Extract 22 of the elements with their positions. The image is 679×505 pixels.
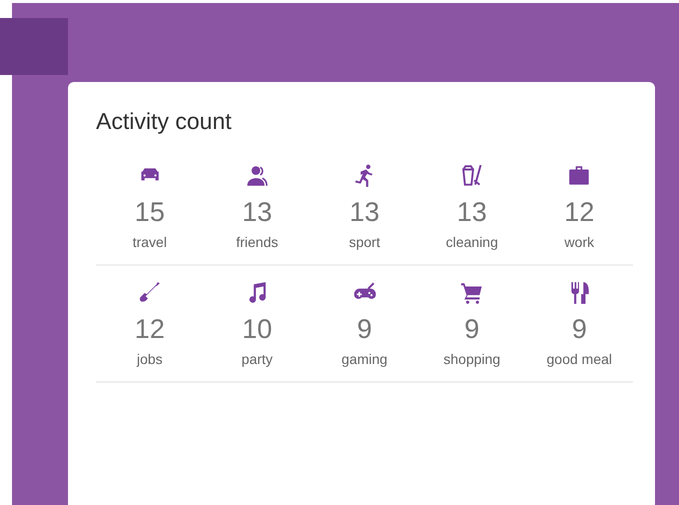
activity-label: good meal bbox=[546, 351, 612, 367]
activity-count: 13 bbox=[456, 197, 487, 228]
activity-label: travel bbox=[132, 234, 167, 250]
activity-label: gaming bbox=[342, 351, 388, 367]
header-bar bbox=[0, 18, 68, 75]
activity-count: 15 bbox=[134, 197, 165, 228]
activity-count: 12 bbox=[134, 314, 165, 345]
activity-count: 13 bbox=[242, 197, 272, 228]
activity-label: cleaning bbox=[446, 234, 498, 250]
activity-count: 10 bbox=[242, 314, 272, 345]
activity-count: 12 bbox=[564, 197, 594, 228]
activity-label: sport bbox=[348, 234, 380, 250]
activity-count: 9 bbox=[464, 314, 480, 345]
activity-label: work bbox=[564, 234, 594, 250]
activity-label: shopping bbox=[444, 351, 500, 367]
activity-count: 9 bbox=[572, 314, 587, 345]
activity-count: 9 bbox=[357, 314, 372, 345]
card-title: Activity count bbox=[96, 108, 232, 135]
activity-count: 13 bbox=[349, 197, 380, 228]
activity-label: party bbox=[242, 351, 273, 367]
activity-label: friends bbox=[236, 234, 278, 250]
activity-label: jobs bbox=[136, 351, 163, 367]
